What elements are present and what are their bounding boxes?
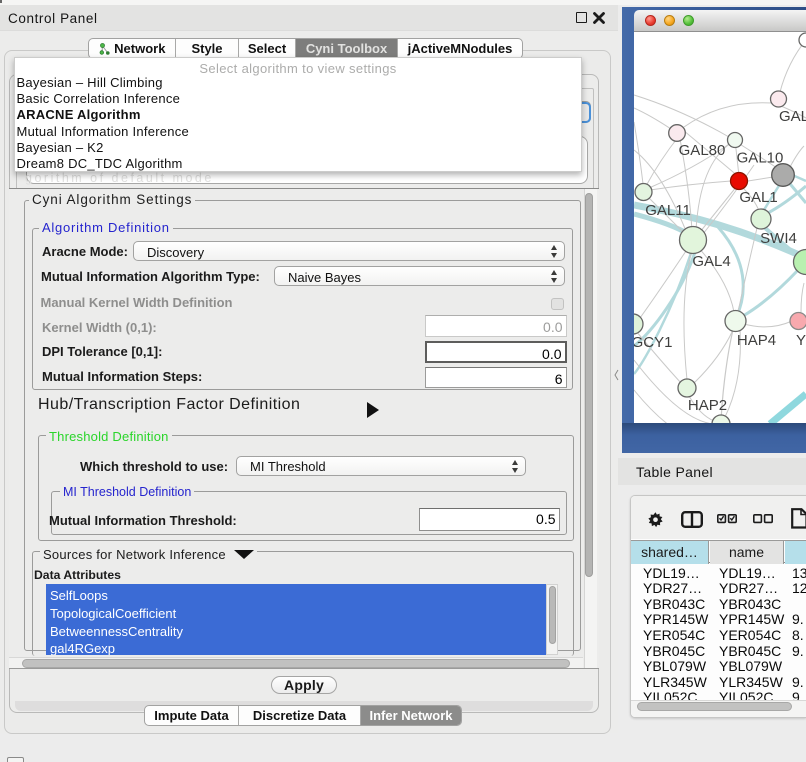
svg-text:HAP4: HAP4 <box>737 332 776 349</box>
svg-text:HAP2: HAP2 <box>688 397 727 414</box>
svg-text:GAL11: GAL11 <box>645 202 691 219</box>
svg-text:GAL10: GAL10 <box>737 150 784 167</box>
svg-text:GAL80: GAL80 <box>679 142 726 159</box>
svg-text:YJL: YJL <box>796 332 806 349</box>
svg-text:GAL7: GAL7 <box>779 108 806 125</box>
svg-text:GCY1: GCY1 <box>634 334 672 351</box>
svg-text:GAL4: GAL4 <box>692 253 730 270</box>
svg-text:SWI4: SWI4 <box>760 230 797 247</box>
svg-text:GAL1: GAL1 <box>739 189 777 206</box>
